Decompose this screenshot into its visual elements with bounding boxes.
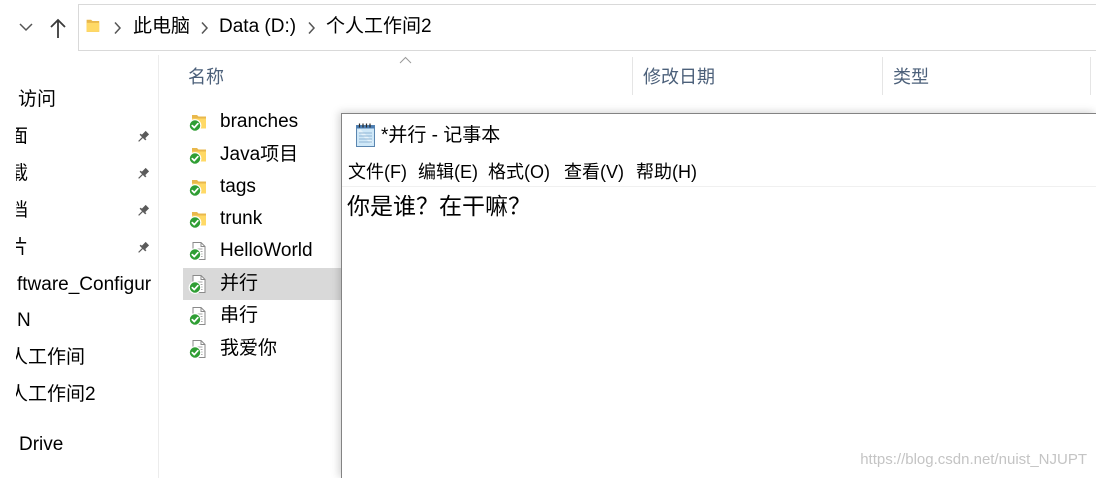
file-name: trunk	[220, 208, 263, 229]
sidebar-item-label-clip: 人工作间2	[16, 379, 156, 411]
sidebar-item-label: 访问	[18, 89, 57, 110]
chevron-right-icon[interactable]	[200, 21, 209, 35]
sidebar-item-pictures[interactable]: 片	[0, 232, 158, 264]
file-name: 我爱你	[220, 338, 278, 359]
sidebar-item-label: 人工作间2	[16, 384, 96, 405]
chevron-down-icon[interactable]	[16, 18, 36, 36]
address-bar[interactable]: 此电脑 Data (D:) 个人工作间2	[78, 4, 1096, 51]
sidebar-item-downloads[interactable]: 载	[0, 158, 158, 190]
sidebar-item-workspace[interactable]: 人工作间	[0, 342, 158, 374]
notepad-icon	[356, 123, 375, 147]
column-separator[interactable]	[1090, 57, 1091, 95]
svn-check-icon	[189, 120, 201, 132]
menu-divider	[342, 186, 1096, 187]
chevron-right-icon[interactable]	[113, 21, 122, 35]
up-arrow-icon[interactable]	[47, 16, 69, 40]
sidebar-item-quick-access[interactable]: 访问	[0, 84, 158, 116]
svn-check-icon	[189, 153, 201, 165]
text-file-icon	[188, 339, 208, 359]
sidebar-item-label: Drive	[19, 434, 64, 455]
folder-icon	[83, 16, 101, 36]
sidebar-item-label: ftware_Configur	[17, 274, 152, 295]
breadcrumb-this-pc[interactable]: 此电脑	[133, 15, 190, 39]
folder-icon	[188, 112, 208, 132]
sidebar-item-software-config[interactable]: ftware_Configur	[0, 269, 158, 301]
sidebar-item-label-clip: 载	[16, 158, 156, 190]
sidebar-item-onedrive[interactable]: Drive	[0, 429, 158, 461]
chevron-right-icon[interactable]	[307, 21, 316, 35]
sidebar-item-label-clip: N	[16, 305, 156, 337]
folder-icon	[188, 177, 208, 197]
svn-check-icon	[189, 314, 201, 326]
sidebar-item-label-clip: 面	[16, 121, 156, 153]
file-name: tags	[220, 176, 256, 197]
pin-icon	[136, 241, 150, 255]
sidebar-item-n[interactable]: N	[0, 305, 158, 337]
watermark: https://blog.csdn.net/nuist_NJUPT	[860, 451, 1087, 468]
nav-pane-divider[interactable]	[158, 55, 159, 478]
column-header-name[interactable]: 名称	[188, 65, 224, 89]
sidebar-item-label-clip: 档	[16, 195, 156, 227]
sidebar-item-label-clip: Drive	[16, 429, 156, 461]
svn-check-icon	[189, 347, 201, 359]
text-file-icon	[188, 306, 208, 326]
sidebar-item-label-clip: 访问	[16, 84, 156, 116]
sidebar-item-workspace-2[interactable]: 人工作间2	[0, 379, 158, 411]
sidebar-item-label: 面	[16, 126, 29, 147]
sidebar-item-label: 人工作间	[16, 347, 86, 368]
breadcrumb-current-folder[interactable]: 个人工作间2	[326, 15, 432, 39]
file-name: Java项目	[220, 144, 299, 165]
sidebar-item-label: 档	[16, 200, 29, 221]
notepad-window[interactable]: *并行 - 记事本 文件(F) 编辑(E) 格式(O) 查看(V) 帮助(H) …	[341, 113, 1096, 478]
sidebar-item-desktop[interactable]: 面	[0, 121, 158, 153]
svn-check-icon	[189, 282, 201, 294]
svn-check-icon	[189, 185, 201, 197]
column-header-type[interactable]: 类型	[893, 65, 929, 89]
file-name: 串行	[220, 305, 259, 326]
chevron-up-icon	[399, 56, 412, 64]
file-name: 并行	[220, 273, 259, 294]
file-name: branches	[220, 111, 299, 132]
pin-icon	[136, 130, 150, 144]
column-header-modified-date[interactable]: 修改日期	[643, 65, 715, 89]
sidebar-item-label: N	[17, 310, 31, 331]
menu-view[interactable]: 查看(V)	[564, 160, 624, 184]
sidebar-item-label: 片	[16, 237, 29, 258]
sidebar-item-label-clip: 片	[16, 232, 156, 264]
menu-format[interactable]: 格式(O)	[488, 160, 550, 184]
file-name: HelloWorld	[220, 240, 313, 261]
pin-icon	[136, 167, 150, 181]
sidebar-item-documents[interactable]: 档	[0, 195, 158, 227]
svn-check-icon	[189, 217, 201, 229]
column-separator[interactable]	[632, 57, 633, 95]
menu-file[interactable]: 文件(F)	[348, 160, 407, 184]
sidebar-item-label-clip: 人工作间	[16, 342, 156, 374]
svn-check-icon	[189, 249, 201, 261]
text-file-icon	[188, 241, 208, 261]
text-editor-area[interactable]: 你是谁？在干嘛？	[347, 191, 1087, 461]
sidebar-item-label: 载	[16, 163, 29, 184]
menu-help[interactable]: 帮助(H)	[636, 160, 697, 184]
text-file-icon	[188, 274, 208, 294]
folder-icon	[188, 209, 208, 229]
menu-edit[interactable]: 编辑(E)	[418, 160, 478, 184]
pin-icon	[136, 204, 150, 218]
breadcrumb-drive-d[interactable]: Data (D:)	[219, 15, 296, 39]
window-title: *并行 - 记事本	[381, 125, 501, 146]
sidebar-item-label-clip: ftware_Configur	[16, 269, 156, 301]
folder-icon	[188, 145, 208, 165]
column-separator[interactable]	[882, 57, 883, 95]
